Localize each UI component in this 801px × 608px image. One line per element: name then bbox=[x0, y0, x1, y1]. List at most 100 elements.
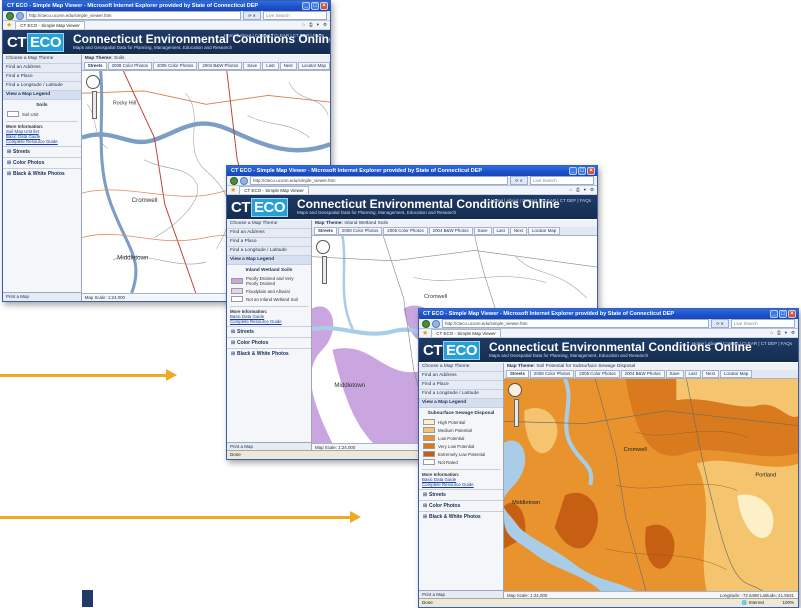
locator-map-button[interactable]: Locator Map bbox=[719, 370, 753, 378]
tab-2004-bw[interactable]: 2004 B&W Photos bbox=[620, 370, 665, 378]
minimize-button[interactable]: _ bbox=[302, 2, 310, 10]
more-info-link[interactable]: Complete Resource Guide bbox=[6, 139, 78, 144]
favorites-star-icon[interactable]: ★ bbox=[422, 330, 428, 337]
sidebar-link-choose-theme[interactable]: Choose a Map Theme bbox=[3, 55, 81, 64]
home-icon[interactable]: ⌂ bbox=[770, 330, 773, 336]
page-menu[interactable]: ▾ bbox=[785, 330, 787, 336]
next-button[interactable]: Next bbox=[279, 62, 297, 70]
expander-bw-photos[interactable]: ⊞ Black & White Photos bbox=[419, 511, 503, 522]
tab-2008-color[interactable]: 2008 Color Photos bbox=[529, 370, 575, 378]
site-nav-links[interactable]: Home | About | Contact | CLEAR | CT DEP … bbox=[491, 198, 591, 203]
back-arrow-icon[interactable] bbox=[230, 176, 238, 185]
refresh-button[interactable]: ⟳ ✕ bbox=[711, 319, 729, 328]
tools-menu[interactable]: ⚙ bbox=[323, 22, 327, 28]
map-pan-control[interactable] bbox=[508, 383, 524, 427]
last-button[interactable]: Last bbox=[262, 62, 279, 70]
refresh-button[interactable]: ⟳ ✕ bbox=[510, 176, 528, 185]
expander-color-photos[interactable]: ⊞ Color Photos bbox=[227, 337, 311, 348]
locator-map-button[interactable]: Locator Map bbox=[297, 62, 330, 70]
print-icon[interactable]: ⎙ bbox=[777, 330, 781, 336]
refresh-button[interactable]: ⟳ ✕ bbox=[243, 11, 261, 20]
tab-2004-bw[interactable]: 2004 B&W Photos bbox=[428, 227, 473, 235]
search-input[interactable]: Live Search bbox=[731, 319, 795, 328]
sidebar-link-map-legend[interactable]: View a Map Legend bbox=[227, 256, 311, 265]
last-button[interactable]: Last bbox=[492, 227, 509, 235]
expander-color-photos[interactable]: ⊞ Color Photos bbox=[3, 157, 81, 168]
sidebar-link-find-lonlat[interactable]: Find a Longitude / Latitude bbox=[3, 82, 81, 91]
sidebar-link-find-address[interactable]: Find an Address bbox=[419, 372, 503, 381]
maximize-button[interactable]: □ bbox=[578, 167, 586, 175]
favorites-star-icon[interactable]: ★ bbox=[6, 22, 12, 29]
expander-bw-photos[interactable]: ⊞ Black & White Photos bbox=[3, 168, 81, 179]
sidebar-link-find-place[interactable]: Find a Place bbox=[227, 238, 311, 247]
tab-streets[interactable]: Streets bbox=[83, 62, 107, 70]
pan-compass-icon[interactable] bbox=[85, 75, 100, 89]
tab-2008-color[interactable]: 2008 Color Photos bbox=[107, 62, 152, 70]
browser-tab[interactable]: CT ECO - Simple Map Viewer bbox=[431, 329, 501, 337]
tab-2005-color[interactable]: 2005 Color Photos bbox=[152, 62, 198, 70]
next-button[interactable]: Next bbox=[701, 370, 719, 378]
next-button[interactable]: Next bbox=[509, 227, 527, 235]
save-button[interactable]: Save bbox=[473, 227, 492, 235]
close-button[interactable]: × bbox=[587, 167, 595, 175]
sidebar-link-choose-theme[interactable]: Choose a Map Theme bbox=[227, 220, 311, 229]
tab-2004-bw[interactable]: 2004 B&W Photos bbox=[198, 62, 243, 70]
sidebar-link-find-address[interactable]: Find an Address bbox=[3, 64, 81, 73]
address-input[interactable]: http://cteco.uconn.edu/simple_viewer.htm bbox=[26, 11, 241, 20]
home-icon[interactable]: ⌂ bbox=[302, 22, 305, 28]
pan-compass-icon[interactable] bbox=[508, 383, 522, 397]
tools-menu[interactable]: ⚙ bbox=[791, 330, 795, 336]
locator-map-button[interactable]: Locator Map bbox=[527, 227, 561, 235]
ct-eco-logo[interactable]: CT ECO bbox=[423, 340, 481, 360]
zoom-slider[interactable] bbox=[91, 91, 97, 119]
print-icon[interactable]: ⎙ bbox=[576, 187, 580, 193]
save-button[interactable]: Save bbox=[665, 370, 684, 378]
sidebar-link-find-address[interactable]: Find an Address bbox=[227, 229, 311, 238]
print-icon[interactable]: ⎙ bbox=[309, 22, 313, 28]
search-input[interactable]: Live Search bbox=[530, 176, 594, 185]
sidebar-link-find-lonlat[interactable]: Find a Longitude / Latitude bbox=[227, 247, 311, 256]
more-info-link[interactable]: Complete Resource Guide bbox=[422, 482, 500, 487]
site-nav-links[interactable]: Home | About | Contact | CLEAR | CT DEP … bbox=[224, 33, 324, 38]
tab-2008-color[interactable]: 2008 Color Photos bbox=[337, 227, 383, 235]
map-canvas[interactable]: Middletown Cromwell Portland bbox=[504, 379, 798, 591]
browser-tab[interactable]: CT ECO - Simple Map Viewer bbox=[15, 21, 85, 29]
close-button[interactable]: × bbox=[788, 310, 796, 318]
home-icon[interactable]: ⌂ bbox=[569, 187, 572, 193]
back-arrow-icon[interactable] bbox=[422, 319, 430, 328]
tab-streets[interactable]: Streets bbox=[314, 227, 337, 235]
maximize-button[interactable]: □ bbox=[779, 310, 787, 318]
zoom-slider[interactable] bbox=[322, 256, 327, 284]
sidebar-link-choose-theme[interactable]: Choose a Map Theme bbox=[419, 363, 503, 372]
sidebar-link-find-place[interactable]: Find a Place bbox=[3, 73, 81, 82]
page-menu[interactable]: ▾ bbox=[317, 22, 319, 28]
zoom-level[interactable]: 100% bbox=[782, 599, 794, 607]
search-input[interactable]: Live Search bbox=[263, 11, 327, 20]
favorites-star-icon[interactable]: ★ bbox=[230, 187, 236, 194]
save-button[interactable]: Save bbox=[243, 62, 262, 70]
ct-eco-logo[interactable]: CT ECO bbox=[7, 32, 65, 52]
expander-streets[interactable]: ⊞ Streets bbox=[419, 489, 503, 500]
back-arrow-icon[interactable] bbox=[6, 11, 14, 20]
close-button[interactable]: × bbox=[320, 2, 328, 10]
sidebar-link-map-legend[interactable]: View a Map Legend bbox=[419, 399, 503, 408]
minimize-button[interactable]: _ bbox=[770, 310, 778, 318]
tab-2005-color[interactable]: 2005 Color Photos bbox=[575, 370, 620, 378]
expander-streets[interactable]: ⊞ Streets bbox=[227, 326, 311, 337]
forward-arrow-icon[interactable] bbox=[432, 319, 440, 328]
sidebar-link-map-legend[interactable]: View a Map Legend bbox=[3, 91, 81, 100]
more-info-link[interactable]: Complete Resource Guide bbox=[230, 319, 308, 324]
address-input[interactable]: http://cteco.uconn.edu/simple_viewer.htm bbox=[250, 176, 508, 185]
expander-streets[interactable]: ⊞ Streets bbox=[3, 146, 81, 157]
tools-menu[interactable]: ⚙ bbox=[590, 187, 594, 193]
zoom-slider[interactable] bbox=[514, 399, 519, 427]
map-pan-control[interactable] bbox=[85, 75, 102, 119]
tab-streets[interactable]: Streets bbox=[506, 370, 529, 378]
forward-arrow-icon[interactable] bbox=[16, 11, 24, 20]
forward-arrow-icon[interactable] bbox=[240, 176, 248, 185]
page-menu[interactable]: ▾ bbox=[584, 187, 586, 193]
expander-color-photos[interactable]: ⊞ Color Photos bbox=[419, 500, 503, 511]
map-pan-control[interactable] bbox=[316, 240, 332, 284]
ct-eco-logo[interactable]: CT ECO bbox=[231, 197, 289, 217]
address-input[interactable]: http://cteco.uconn.edu/simple_viewer.htm bbox=[442, 319, 709, 328]
